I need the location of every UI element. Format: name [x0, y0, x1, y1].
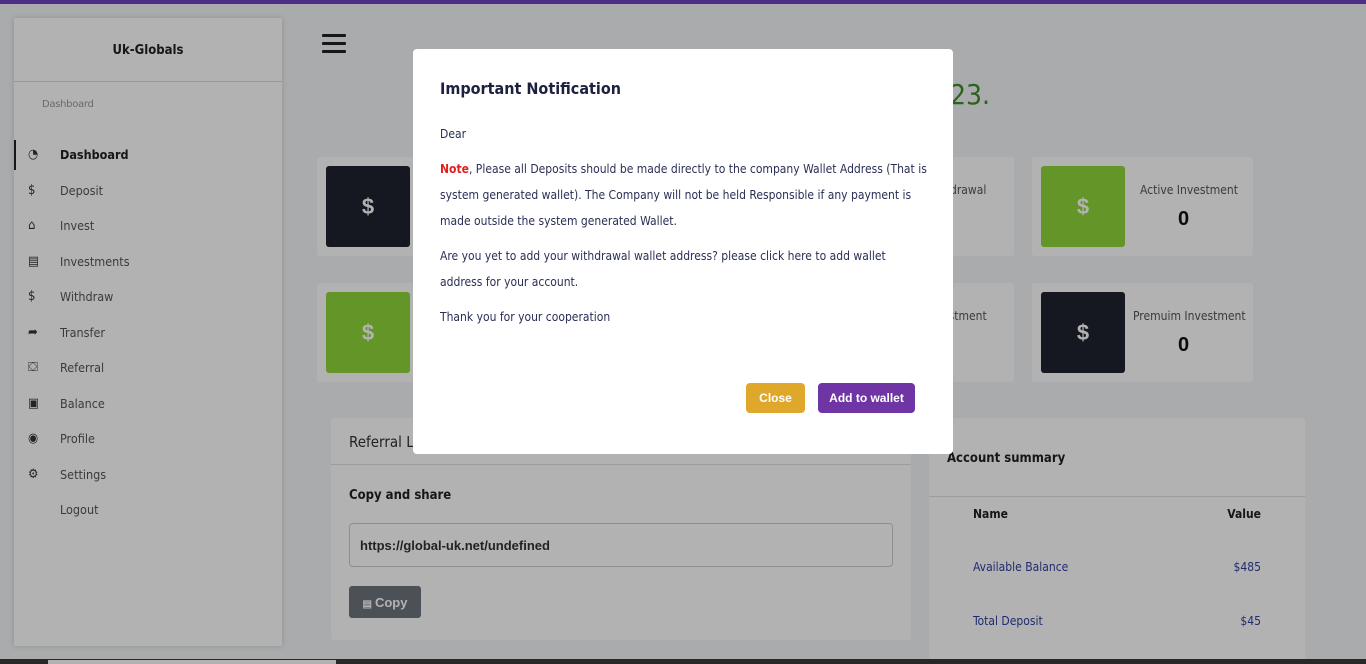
close-button[interactable]: Close: [746, 383, 805, 413]
modal-greeting: Dear: [440, 127, 467, 141]
modal-title: Important Notification: [440, 79, 621, 98]
modal-note: Note, Please all Deposits should be made…: [440, 156, 930, 234]
note-label: Note: [440, 162, 469, 176]
add-to-wallet-button[interactable]: Add to wallet: [818, 383, 915, 413]
wallet-prompt[interactable]: Are you yet to add your withdrawal walle…: [440, 243, 930, 295]
modal-thanks: Thank you for your cooperation: [440, 310, 611, 324]
note-text: , Please all Deposits should be made dir…: [440, 162, 927, 228]
modal-body: Dear Note, Please all Deposits should be…: [440, 121, 930, 339]
notification-modal: Important Notification Dear Note, Please…: [413, 49, 953, 454]
